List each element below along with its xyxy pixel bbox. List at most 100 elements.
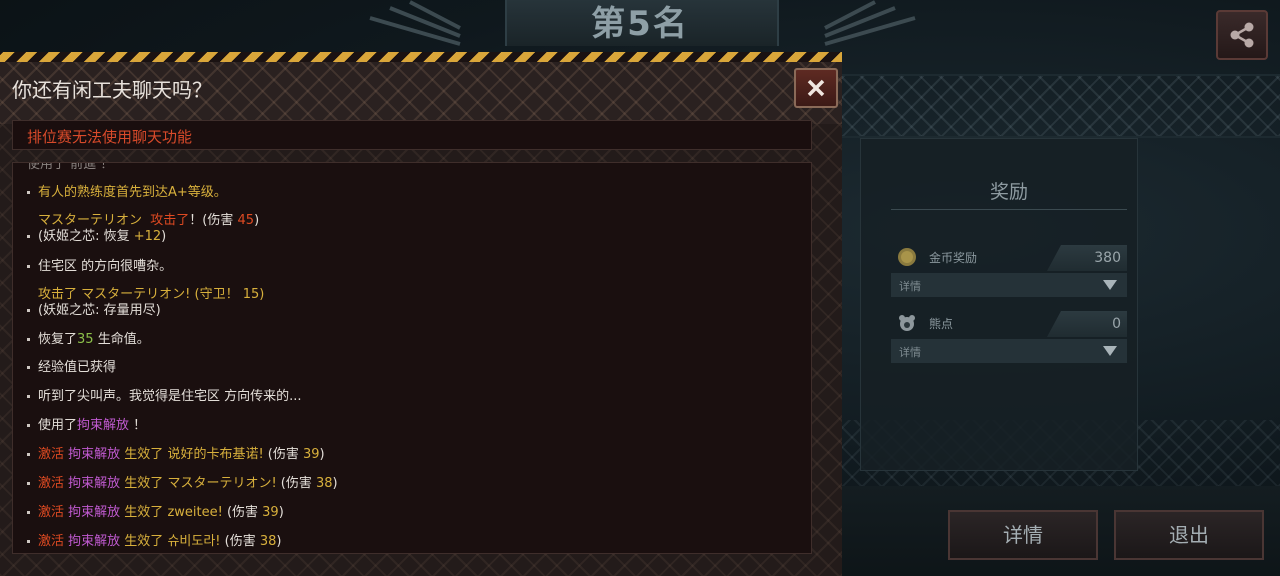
chat-text: (伤害 <box>222 505 263 520</box>
chevron-down-icon <box>1103 280 1117 290</box>
chat-text: ) <box>319 447 325 462</box>
bullet <box>27 395 30 398</box>
points-value: 0 <box>1112 316 1121 332</box>
damage-value: 39 <box>262 505 279 520</box>
heal-value: +12 <box>133 229 162 244</box>
bear-points-icon <box>899 315 915 331</box>
bullet <box>27 424 30 427</box>
activate-text: 激活 <box>38 447 65 462</box>
bullet <box>27 338 30 341</box>
right-wing-icon <box>824 0 916 46</box>
bullet <box>27 235 30 238</box>
bullet <box>27 511 30 514</box>
skill-name: 拘束解放 <box>68 447 121 462</box>
chat-line: (妖姬之芯: 恢复 +12) <box>27 229 166 245</box>
skill-name: 拘束解放 <box>77 418 130 433</box>
activate-text: 激活 <box>38 534 65 549</box>
chat-text: (伤害 <box>263 447 303 462</box>
gold-reward-label: 金币奖励 <box>929 251 978 265</box>
share-icon <box>1230 22 1254 48</box>
chat-text: ) <box>254 213 260 228</box>
player-name: マスターテリオン <box>38 213 143 228</box>
damage-value: 38 <box>316 476 333 491</box>
chat-line: 有人的熟练度首先到达A+等级。 <box>27 185 227 201</box>
skill-name: 拘束解放 <box>68 505 121 520</box>
notice-text: 排位赛无法使用聊天功能 <box>27 128 193 146</box>
bullet <box>27 191 30 194</box>
chat-text: ) <box>278 505 284 520</box>
gold-detail-label: 详情 <box>899 280 921 293</box>
chat-line: 激活 拘束解放 生效了 说好的卡布基诺! (伤害 39) <box>27 447 325 463</box>
chat-line: 经验值已获得 <box>27 360 116 376</box>
target-name: 슈비도라! <box>167 534 221 549</box>
coin-icon <box>898 248 916 266</box>
chat-text: 生效了 <box>120 505 168 520</box>
chat-line: マスターテリオン 攻击了！(伤害 45) <box>27 213 259 229</box>
chat-text: (妖姬之芯: 存量用尽) <box>38 303 161 318</box>
chat-line: (妖姬之芯: 存量用尽) <box>27 303 161 319</box>
bullet <box>27 366 30 369</box>
points-value-box: 0 <box>1047 311 1127 337</box>
skill-name: 拘束解放 <box>68 476 121 491</box>
target-name: zweitee! <box>167 505 223 520</box>
chat-text: ) <box>161 229 167 244</box>
dialog-header: 你还有闲工夫聊天吗？ <box>0 62 842 124</box>
dialog-title: 你还有闲工夫聊天吗？ <box>12 78 212 102</box>
points-reward-row: 熊点 0 <box>891 311 1127 337</box>
rank-title: 第5名 <box>591 4 689 44</box>
chat-text: ！ <box>129 418 147 433</box>
gold-detail-dropdown[interactable]: 详情 <box>891 273 1127 297</box>
chat-text: 生命值。 <box>93 332 150 347</box>
detail-button[interactable]: 详情 <box>948 510 1098 560</box>
chat-text: 使用了 <box>38 418 78 433</box>
chevron-down-icon <box>1103 346 1117 356</box>
chat-text: 恢复了 <box>38 332 78 347</box>
target-name: 说好的卡布基诺! <box>167 447 264 462</box>
bullet <box>27 540 30 543</box>
exit-button[interactable]: 退出 <box>1114 510 1264 560</box>
chat-line: 住宅区 的方向很嘈杂。 <box>27 259 172 275</box>
partial-text: 使用了 前進 ！ <box>27 162 114 172</box>
chat-text: 听到了尖叫声。我觉得是住宅区 方向传来的... <box>38 389 302 404</box>
bullet <box>27 265 30 268</box>
chat-text: ) <box>332 476 338 491</box>
chat-text: マスターテリオン! (守卫！ 15) <box>77 287 265 302</box>
bullet <box>27 309 30 312</box>
target-name: マスターテリオン! <box>167 476 277 491</box>
chat-text: 生效了 <box>120 476 168 491</box>
chat-text: 经验值已获得 <box>38 360 117 375</box>
chat-text: 生效了 <box>120 534 168 549</box>
chat-dialog: 你还有闲工夫聊天吗？ 排位赛无法使用聊天功能 使用了 前進 ！ 有人的熟练度首先… <box>0 52 842 576</box>
chat-line-partial: 使用了 前進 ！ <box>27 162 114 173</box>
damage-value: 39 <box>303 447 320 462</box>
fence-decoration <box>840 74 1280 138</box>
gold-value-box: 380 <box>1047 245 1127 271</box>
left-wing-icon <box>369 0 461 46</box>
chat-log[interactable]: 使用了 前進 ！ 有人的熟练度首先到达A+等级。 マスターテリオン 攻击了！(伤… <box>12 162 812 554</box>
close-button[interactable] <box>794 68 838 108</box>
share-button[interactable] <box>1216 10 1268 60</box>
chat-text: ！(伤害 <box>189 213 238 228</box>
gold-reward-row: 金币奖励 380 <box>891 245 1127 271</box>
chat-text: ) <box>276 534 282 549</box>
chat-line: 激活 拘束解放 生效了 슈비도라! (伤害 38) <box>27 534 281 550</box>
chat-text: 生效了 <box>120 447 168 462</box>
heal-value: 35 <box>77 332 94 347</box>
skill-name: 拘束解放 <box>68 534 121 549</box>
attack-text: 攻击了 <box>38 287 78 302</box>
damage-value: 38 <box>259 534 277 549</box>
chat-text: (伤害 <box>220 534 260 549</box>
chat-text: 有人的熟练度首先到达A+等级。 <box>38 185 227 200</box>
gold-value: 380 <box>1094 250 1121 266</box>
close-icon <box>807 79 825 97</box>
divider <box>891 209 1127 210</box>
activate-text: 激活 <box>38 505 65 520</box>
bullet <box>27 482 30 485</box>
points-reward-label: 熊点 <box>929 317 954 331</box>
damage-value: 45 <box>237 213 255 228</box>
chat-text: 住宅区 的方向很嘈杂。 <box>38 259 173 274</box>
chat-line: 激活 拘束解放 生效了 マスターテリオン! (伤害 38) <box>27 476 338 492</box>
points-detail-dropdown[interactable]: 详情 <box>891 339 1127 363</box>
chat-text: (妖姬之芯: 恢复 <box>38 229 134 244</box>
chat-line: 激活 拘束解放 生效了 zweitee! (伤害 39) <box>27 505 284 521</box>
